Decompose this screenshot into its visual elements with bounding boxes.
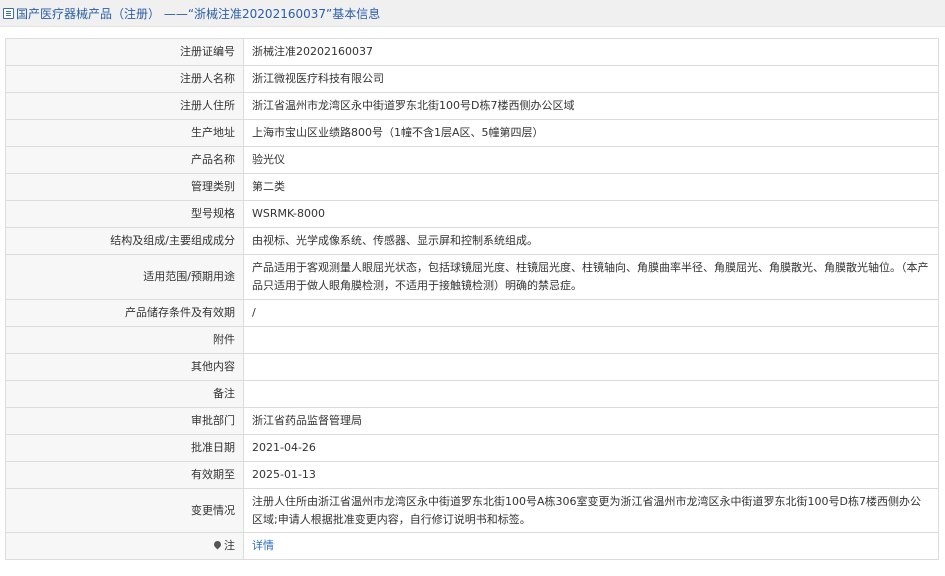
page-header: 国产医疗器械产品（注册） ——“浙械注准20202160037”基本信息 bbox=[0, 0, 945, 27]
row-label-approval-department: 审批部门 bbox=[5, 407, 244, 435]
row-value-approval-department: 浙江省药品监督管理局 bbox=[243, 407, 939, 435]
row-label-storage: 产品储存条件及有效期 bbox=[5, 299, 244, 327]
detail-label-text: 注 bbox=[224, 539, 235, 552]
row-label-registration-number: 注册证编号 bbox=[5, 38, 244, 66]
table-row: 注册人名称 浙江微视医疗科技有限公司 bbox=[5, 65, 939, 93]
location-pin-icon bbox=[212, 539, 223, 550]
row-label-management-category: 管理类别 bbox=[5, 173, 244, 201]
row-value-registrant-name: 浙江微视医疗科技有限公司 bbox=[243, 65, 939, 93]
table-row: 备注 bbox=[5, 380, 939, 408]
table-row: 其他内容 bbox=[5, 353, 939, 381]
row-label-other: 其他内容 bbox=[5, 353, 244, 381]
table-row: 结构及组成/主要组成成分 由视标、光学成像系统、传感器、显示屏和控制系统组成。 bbox=[5, 227, 939, 255]
table-row: 批准日期 2021-04-26 bbox=[5, 434, 939, 462]
row-value-valid-until: 2025-01-13 bbox=[243, 461, 939, 489]
table-row: 产品储存条件及有效期 / bbox=[5, 299, 939, 327]
table-row: 有效期至 2025-01-13 bbox=[5, 461, 939, 489]
table-row: 管理类别 第二类 bbox=[5, 173, 939, 201]
detail-link[interactable]: 详情 bbox=[252, 539, 274, 552]
row-value-model-spec: WSRMK-8000 bbox=[243, 200, 939, 228]
row-value-detail: 详情 bbox=[243, 532, 939, 560]
row-value-registrant-address: 浙江省温州市龙湾区永中街道罗东北街100号D栋7楼西侧办公区域 bbox=[243, 92, 939, 120]
info-table: 注册证编号 浙械注准20202160037 注册人名称 浙江微视医疗科技有限公司… bbox=[5, 38, 939, 560]
table-row: 附件 bbox=[5, 326, 939, 354]
row-value-approval-date: 2021-04-26 bbox=[243, 434, 939, 462]
table-row: 注册人住所 浙江省温州市龙湾区永中街道罗东北街100号D栋7楼西侧办公区域 bbox=[5, 92, 939, 120]
row-value-changes: 注册人住所由浙江省温州市龙湾区永中街道罗东北街100号A栋306室变更为浙江省温… bbox=[243, 488, 939, 533]
row-label-structure: 结构及组成/主要组成成分 bbox=[5, 227, 244, 255]
row-label-remarks: 备注 bbox=[5, 380, 244, 408]
table-row: 注册证编号 浙械注准20202160037 bbox=[5, 38, 939, 66]
row-label-production-address: 生产地址 bbox=[5, 119, 244, 147]
row-label-approval-date: 批准日期 bbox=[5, 434, 244, 462]
document-list-icon bbox=[3, 7, 14, 19]
table-row: 审批部门 浙江省药品监督管理局 bbox=[5, 407, 939, 435]
table-row: 变更情况 注册人住所由浙江省温州市龙湾区永中街道罗东北街100号A栋306室变更… bbox=[5, 488, 939, 533]
row-label-product-name: 产品名称 bbox=[5, 146, 244, 174]
row-value-product-name: 验光仪 bbox=[243, 146, 939, 174]
row-label-valid-until: 有效期至 bbox=[5, 461, 244, 489]
row-value-other bbox=[243, 353, 939, 381]
table-row: 型号规格 WSRMK-8000 bbox=[5, 200, 939, 228]
table-row: 生产地址 上海市宝山区业绩路800号（1幢不含1层A区、5幢第四层） bbox=[5, 119, 939, 147]
row-label-changes: 变更情况 bbox=[5, 488, 244, 533]
table-row: 产品名称 验光仪 bbox=[5, 146, 939, 174]
row-value-registration-number: 浙械注准20202160037 bbox=[243, 38, 939, 66]
row-value-storage: / bbox=[243, 299, 939, 327]
row-label-registrant-address: 注册人住所 bbox=[5, 92, 244, 120]
table-row: 适用范围/预期用途 产品适用于客观测量人眼屈光状态，包括球镜屈光度、柱镜屈光度、… bbox=[5, 254, 939, 300]
row-label-intended-use: 适用范围/预期用途 bbox=[5, 254, 244, 300]
row-label-detail: 注 bbox=[5, 532, 244, 560]
row-value-production-address: 上海市宝山区业绩路800号（1幢不含1层A区、5幢第四层） bbox=[243, 119, 939, 147]
row-value-intended-use: 产品适用于客观测量人眼屈光状态，包括球镜屈光度、柱镜屈光度、柱镜轴向、角膜曲率半… bbox=[243, 254, 939, 300]
table-row: 注 详情 bbox=[5, 532, 939, 560]
row-value-structure: 由视标、光学成像系统、传感器、显示屏和控制系统组成。 bbox=[243, 227, 939, 255]
row-label-model-spec: 型号规格 bbox=[5, 200, 244, 228]
row-label-attachment: 附件 bbox=[5, 326, 244, 354]
row-label-registrant-name: 注册人名称 bbox=[5, 65, 244, 93]
row-value-remarks bbox=[243, 380, 939, 408]
page-title: 国产医疗器械产品（注册） ——“浙械注准20202160037”基本信息 bbox=[16, 6, 381, 21]
row-value-management-category: 第二类 bbox=[243, 173, 939, 201]
row-value-attachment bbox=[243, 326, 939, 354]
